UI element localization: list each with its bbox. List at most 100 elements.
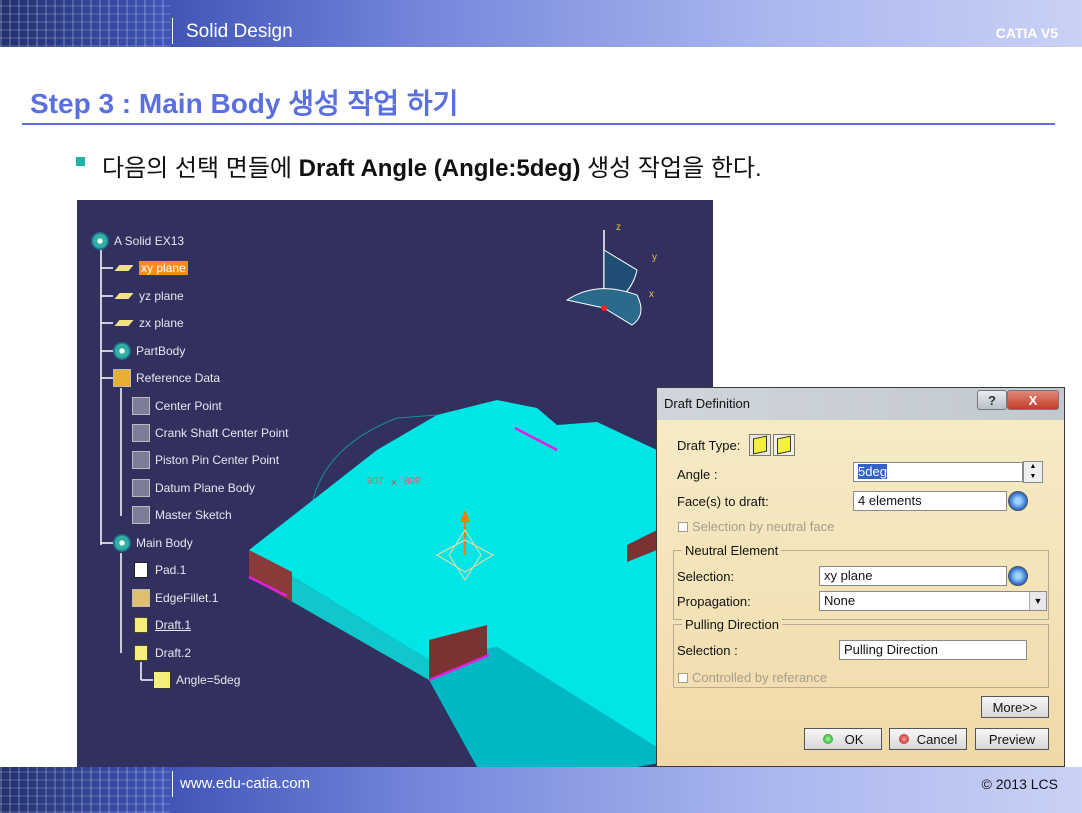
bullet-marker xyxy=(76,157,85,166)
tree-item-draft-1[interactable]: Draft.1 xyxy=(134,615,191,635)
header-band: Solid Design CATIA V5 xyxy=(0,0,1082,47)
tree-item-label: Main Body xyxy=(136,536,193,550)
catia-viewport[interactable]: z y x 907 × 809 A Solid EX13 xy plane yz… xyxy=(77,200,713,767)
preview-button[interactable]: Preview xyxy=(975,728,1049,750)
header-separator xyxy=(172,18,173,44)
draft-definition-dialog: Draft Definition ? X Draft Type: Angle :… xyxy=(656,387,1065,767)
tree-item-piston-pin-center-point[interactable]: Piston Pin Center Point xyxy=(132,450,279,470)
tree-item-center-point[interactable]: Center Point xyxy=(132,396,222,416)
title-underline xyxy=(22,123,1055,125)
ok-button[interactable]: OK xyxy=(804,728,882,750)
tree-item-datum-plane-body[interactable]: Datum Plane Body xyxy=(132,478,255,498)
angle-value: 5deg xyxy=(858,464,887,479)
plane-icon xyxy=(114,293,134,299)
tree-item-label: Draft.1 xyxy=(155,618,192,632)
tree-item-partbody[interactable]: PartBody xyxy=(113,341,185,361)
tree-item-label: xy plane xyxy=(139,261,188,275)
pulling-selection-field[interactable]: Pulling Direction xyxy=(839,640,1027,660)
neutral-face-label: Selection by neutral face xyxy=(692,519,835,534)
chevron-down-icon[interactable]: ▼ xyxy=(1029,592,1046,610)
tree-root-label: A Solid EX13 xyxy=(114,234,185,248)
draft-type-label: Draft Type: xyxy=(677,438,741,453)
tree-item-label: Master Sketch xyxy=(155,508,232,522)
angle-input[interactable]: 5deg xyxy=(853,462,1023,482)
tree-item-pad-1[interactable]: Pad.1 xyxy=(134,560,186,580)
compass-x-label: x xyxy=(649,289,654,300)
tree-item-label: Angle=5deg xyxy=(176,673,241,687)
header-title: Solid Design xyxy=(186,21,293,42)
tree-item-label: EdgeFillet.1 xyxy=(155,591,219,605)
tree-item-label: Datum Plane Body xyxy=(155,481,256,495)
tree-item-label: Center Point xyxy=(155,399,222,413)
propagation-label: Propagation: xyxy=(677,594,751,609)
ok-icon xyxy=(822,734,833,744)
faces-picker-icon[interactable] xyxy=(1008,491,1028,511)
draft-type-variable-button[interactable] xyxy=(773,434,795,456)
tree-root[interactable]: A Solid EX13 xyxy=(91,231,184,251)
propagation-select[interactable]: None ▼ xyxy=(819,591,1047,611)
tree-item-zx-plane[interactable]: zx plane xyxy=(114,313,184,333)
footer-texture xyxy=(0,767,170,813)
more-button[interactable]: More>> xyxy=(981,696,1049,718)
controlled-checkbox[interactable] xyxy=(678,673,688,683)
tree-item-label: Draft.2 xyxy=(155,646,192,660)
faces-label: Face(s) to draft: xyxy=(677,494,769,509)
tree-item-xy-plane[interactable]: xy plane xyxy=(114,258,188,278)
footer-separator xyxy=(172,771,173,797)
selection-label: Selection: xyxy=(677,569,735,584)
tree-item-draft-2[interactable]: Draft.2 xyxy=(134,643,191,663)
controlled-label: Controlled by referance xyxy=(692,670,828,685)
selection-picker-icon[interactable] xyxy=(1008,566,1028,586)
dialog-titlebar[interactable]: Draft Definition ? X xyxy=(657,388,1064,420)
compass-widget xyxy=(565,230,642,326)
cancel-icon xyxy=(898,734,909,744)
footer-copyright: © 2013 LCS xyxy=(981,776,1058,792)
tree-item-label: PartBody xyxy=(136,344,186,358)
compass-z-label: z xyxy=(616,222,621,233)
tree-item-label: Reference Data xyxy=(136,371,221,385)
spin-down-icon: ▼ xyxy=(1029,473,1037,480)
header-texture xyxy=(0,0,170,47)
faces-field[interactable]: 4 elements xyxy=(853,491,1007,511)
body-icon xyxy=(113,342,131,360)
fillet-icon xyxy=(132,589,150,607)
tree-item-label: yz plane xyxy=(139,289,184,303)
neutral-selection-field[interactable]: xy plane xyxy=(819,566,1007,586)
tree-item-main-body[interactable]: Main Body xyxy=(113,533,193,553)
coord-b: 809 xyxy=(404,476,421,487)
tree-item-yz-plane[interactable]: yz plane xyxy=(114,286,184,306)
sketch-icon xyxy=(132,506,150,524)
draft-type-constant-button[interactable] xyxy=(749,434,771,456)
help-button[interactable]: ? xyxy=(977,390,1007,410)
tree-item-reference-data[interactable]: Reference Data xyxy=(113,368,220,388)
cube-icon xyxy=(753,435,767,455)
tree-item-master-sketch[interactable]: Master Sketch xyxy=(132,505,232,525)
close-button[interactable]: X xyxy=(1007,390,1059,410)
draft-icon xyxy=(134,617,148,633)
cube-icon xyxy=(777,435,791,455)
point-icon xyxy=(132,397,150,415)
footer-band: www.edu-catia.com © 2013 LCS xyxy=(0,767,1082,813)
tree-item-label: Pad.1 xyxy=(155,563,187,577)
spin-up-icon: ▲ xyxy=(1029,463,1037,470)
tree-item-angle-parameter[interactable]: Angle=5deg xyxy=(153,670,240,690)
tree-item-crank-shaft-center-point[interactable]: Crank Shaft Center Point xyxy=(132,423,288,443)
plane-icon xyxy=(114,265,134,271)
cancel-button[interactable]: Cancel xyxy=(889,728,967,750)
geometrical-set-icon xyxy=(113,369,131,387)
header-product: CATIA V5 xyxy=(995,25,1058,41)
ok-label: OK xyxy=(844,731,864,747)
tree-item-edgefillet-1[interactable]: EdgeFillet.1 xyxy=(132,588,218,608)
tree-item-label: zx plane xyxy=(139,316,184,330)
neutral-face-checkbox[interactable] xyxy=(678,522,688,532)
datum-icon xyxy=(132,479,150,497)
part-icon xyxy=(91,232,109,250)
parameter-icon xyxy=(153,671,171,689)
angle-spinner[interactable]: ▲ ▼ xyxy=(1023,461,1043,483)
compass-y-label: y xyxy=(652,252,657,263)
neutral-element-title: Neutral Element xyxy=(682,543,782,558)
tree-item-label: Crank Shaft Center Point xyxy=(155,426,289,440)
coord-a: 907 xyxy=(367,476,384,487)
point-icon xyxy=(132,451,150,469)
plane-icon xyxy=(114,320,134,326)
